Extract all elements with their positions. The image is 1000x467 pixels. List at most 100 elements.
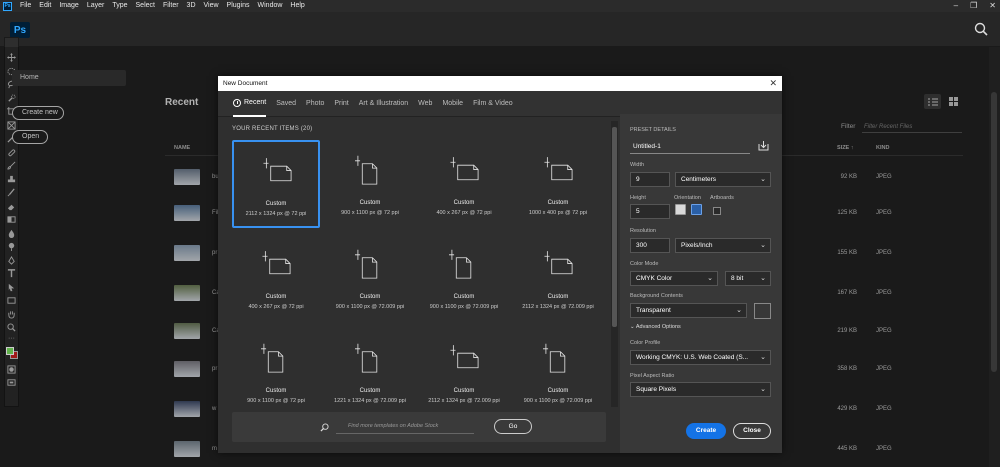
tile-label: Custom [265,388,287,394]
tab-photo[interactable]: Photo [306,91,324,117]
width-input[interactable]: 9 [630,172,670,187]
recent-item-tile[interactable]: Custom 400 x 267 px @ 72 ppi [420,140,508,228]
tile-label: Custom [265,294,287,300]
document-preset-icon [449,249,472,279]
maximize-button[interactable]: ❐ [970,0,977,12]
height-input[interactable]: 5 [630,204,670,219]
chevron-down-icon: ⌄ [630,324,635,330]
document-name-field[interactable]: Untitled-1 [630,140,750,154]
minimize-button[interactable]: – [954,0,958,12]
close-button[interactable]: Close [733,423,771,439]
width-unit-value: Centimeters [681,176,717,183]
create-button[interactable]: Create [686,423,726,439]
save-preset-icon[interactable] [758,140,769,151]
chevron-down-icon: ⌄ [760,386,766,393]
recent-item-tile[interactable]: Custom 900 x 1100 px @ 72 ppi [326,140,414,228]
document-preset-icon [544,251,573,275]
landscape-orientation-icon[interactable] [691,204,702,215]
width-unit-select[interactable]: Centimeters ⌄ [675,172,771,187]
tile-dimensions: 2112 x 1324 px @ 72.009 ppi [522,304,594,310]
grid-scrollbar[interactable] [611,121,618,407]
search-icon [320,423,329,432]
recent-item-tile[interactable]: Custom 1000 x 400 px @ 72 ppi [514,140,602,228]
menu-type[interactable]: Type [108,0,131,12]
menu-help[interactable]: Help [286,0,308,12]
recent-item-tile[interactable]: Custom 900 x 1100 px @ 72 ppi [232,328,320,408]
stock-search-input[interactable]: Find more templates on Adobe Stock [336,420,474,434]
tab-saved[interactable]: Saved [276,91,296,117]
background-color-box[interactable] [754,303,771,319]
options-bar [0,12,1000,47]
tab-web[interactable]: Web [418,91,432,117]
pixel-aspect-select[interactable]: Square Pixels ⌄ [630,382,771,397]
resolution-label: Resolution [630,228,656,234]
tile-label: Custom [453,200,475,206]
artboards-checkbox[interactable] [713,207,721,215]
tile-label: Custom [547,388,569,394]
chevron-down-icon: ⌄ [760,354,766,361]
portrait-orientation-icon[interactable] [675,204,686,215]
color-profile-select[interactable]: Working CMYK: U.S. Web Coated (S... ⌄ [630,350,771,365]
dialog-close-icon[interactable]: ✕ [769,76,777,91]
resolution-unit-value: Pixels/Inch [681,242,713,249]
recent-items-grid: Custom 2112 x 1324 px @ 72 ppi Custom 900 x… [232,140,608,408]
advanced-options-toggle[interactable]: ⌄ Advanced Options [630,324,681,330]
recent-item-tile[interactable]: Custom 2112 x 1324 px @ 72 ppi [232,140,320,228]
menu-window[interactable]: Window [254,0,287,12]
tile-label: Custom [547,294,569,300]
document-preset-icon [355,249,378,279]
document-preset-icon [262,251,291,275]
recent-item-tile[interactable]: Custom 900 x 1100 px @ 72.009 ppi [514,328,602,408]
menu-file[interactable]: File [16,0,35,12]
pixel-aspect-label: Pixel Aspect Ratio [630,373,675,379]
recent-item-tile[interactable]: Custom 1221 x 1324 px @ 72.009 ppi [326,328,414,408]
advanced-options-label: Advanced Options [635,324,681,330]
window-close-button[interactable]: ✕ [989,0,996,12]
window-controls: – ❐ ✕ [954,0,996,12]
tile-label: Custom [359,294,381,300]
color-mode-select[interactable]: CMYK Color ⌄ [630,271,718,286]
preset-details-panel: PRESET DETAILS Untitled-1 Width 9 Centim… [620,114,782,453]
foreground-color-swatch[interactable] [6,346,14,355]
menu-view[interactable]: View [200,0,223,12]
tab-film-video[interactable]: Film & Video [473,91,513,117]
document-preset-icon [450,157,479,181]
tile-dimensions: 400 x 267 px @ 72 ppi [248,304,304,310]
tile-dimensions: 900 x 1100 px @ 72.009 ppi [523,398,593,404]
tab-recent[interactable]: Recent [233,91,267,117]
bit-depth-select[interactable]: 8 bit ⌄ [725,271,771,286]
menu-edit[interactable]: Edit [35,0,55,12]
menu-layer[interactable]: Layer [83,0,109,12]
chevron-down-icon: ⌄ [760,176,766,183]
photoshop-window: Ps File Edit Image Layer Type Select Fil… [0,0,1000,467]
recent-item-tile[interactable]: Custom 400 x 267 px @ 72 ppi [232,234,320,322]
width-label: Width [630,162,645,168]
resolution-input[interactable]: 300 [630,238,670,253]
chevron-down-icon: ⌄ [760,275,766,282]
menu-plugins[interactable]: Plugins [223,0,254,12]
go-button[interactable]: Go [494,419,532,434]
recent-item-tile[interactable]: Custom 2112 x 1324 px @ 72.009 ppi [420,328,508,408]
menu-filter[interactable]: Filter [159,0,183,12]
tile-label: Custom [453,388,475,394]
menu-bar: Ps File Edit Image Layer Type Select Fil… [0,0,1000,12]
resolution-unit-select[interactable]: Pixels/Inch ⌄ [675,238,771,253]
grid-scrollbar-thumb[interactable] [612,127,617,327]
background-contents-select[interactable]: Transparent ⌄ [630,303,747,318]
background-contents-label: Background Contents [630,293,683,299]
tab-art-illustration[interactable]: Art & Illustration [359,91,408,117]
dialog-title: New Document [218,76,782,91]
tab-mobile[interactable]: Mobile [442,91,463,117]
tile-dimensions: 900 x 1100 px @ 72 ppi [341,210,399,216]
recent-item-tile[interactable]: Custom 900 x 1100 px @ 72.009 ppi [420,234,508,322]
recent-item-tile[interactable]: Custom 2112 x 1324 px @ 72.009 ppi [514,234,602,322]
menu-3d[interactable]: 3D [183,0,200,12]
pixel-aspect-value: Square Pixels [636,386,677,393]
menu-select[interactable]: Select [132,0,159,12]
tile-dimensions: 2112 x 1324 px @ 72 ppi [245,211,307,217]
search-icon[interactable] [974,22,988,36]
menu-image[interactable]: Image [55,0,82,12]
document-preset-icon [261,343,284,373]
tab-print[interactable]: Print [334,91,348,117]
recent-item-tile[interactable]: Custom 900 x 1100 px @ 72.009 ppi [326,234,414,322]
